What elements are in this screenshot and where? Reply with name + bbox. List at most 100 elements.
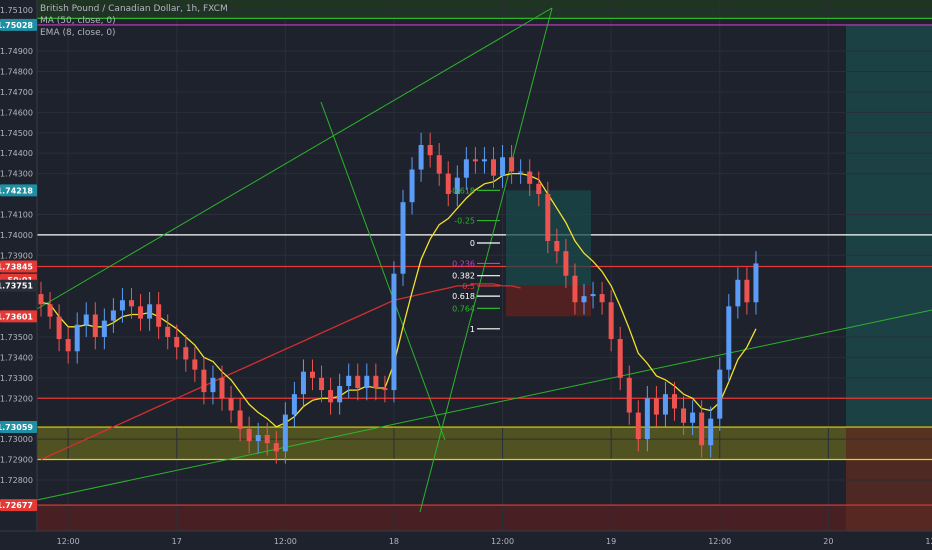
candle-body xyxy=(38,294,44,305)
price-tick-label: 1.74100 xyxy=(0,210,33,219)
candle-body xyxy=(717,369,723,419)
fib-level-label: 0.382 xyxy=(452,272,475,281)
candle-body xyxy=(264,435,270,444)
price-badge-label: 1.74218 xyxy=(0,186,33,195)
candle-body xyxy=(463,159,469,178)
candle-body xyxy=(219,377,225,399)
bottom-zone xyxy=(37,505,932,531)
candle-body xyxy=(653,398,659,415)
candle-body xyxy=(92,314,98,337)
candle-body xyxy=(119,300,125,311)
candle-body xyxy=(391,273,397,391)
candle-body xyxy=(608,302,614,340)
price-tick-label: 1.74600 xyxy=(0,108,33,117)
price-tick-label: 1.74300 xyxy=(0,170,33,179)
time-tick-label: 18 xyxy=(389,537,399,546)
candle-body xyxy=(635,412,641,440)
candle-body xyxy=(246,428,252,442)
candle-body xyxy=(337,385,343,403)
price-tick-label: 1.75100 xyxy=(0,6,33,15)
candle-body xyxy=(500,157,506,176)
time-tick-label: 19 xyxy=(606,537,616,546)
candle-body xyxy=(662,394,668,415)
candle-body xyxy=(165,326,171,337)
candle-body xyxy=(418,145,424,170)
candle-body xyxy=(726,306,732,370)
candle-body xyxy=(300,371,306,395)
time-tick-label: 12:00 xyxy=(57,537,80,546)
candle-body xyxy=(509,157,515,172)
price-badge-label: 1.73751 xyxy=(0,282,33,291)
candle-body xyxy=(581,296,587,303)
candle-body xyxy=(210,377,216,393)
time-tick-label: 12:00 xyxy=(274,537,297,546)
candle-body xyxy=(427,145,433,156)
price-badge-label: 1.73059 xyxy=(0,423,33,432)
candle-body xyxy=(708,418,714,446)
candle-body xyxy=(373,375,379,389)
candle-body xyxy=(690,412,696,423)
candle-body xyxy=(255,435,261,442)
candle-body xyxy=(273,443,279,452)
price-tick-label: 1.73000 xyxy=(0,435,33,444)
candle-body xyxy=(545,194,551,241)
price-tick-label: 1.74500 xyxy=(0,129,33,138)
candle-body xyxy=(744,279,750,303)
candle-body xyxy=(138,306,144,319)
candle-body xyxy=(129,300,134,307)
right-target-zone xyxy=(846,24,932,428)
candle-body xyxy=(491,159,496,176)
candle-body xyxy=(355,375,361,389)
fib-level-label: 0.618 xyxy=(452,292,475,301)
candle-body xyxy=(192,359,198,370)
candle-body xyxy=(644,398,650,440)
candle-body xyxy=(400,202,406,274)
candle-body xyxy=(328,390,334,403)
symbol-title[interactable]: British Pound / Canadian Dollar, 1h, FXC… xyxy=(40,3,228,15)
fib-level-label: 1 xyxy=(470,325,475,334)
candle-body xyxy=(699,412,705,446)
candle-body xyxy=(282,414,288,452)
time-tick-label: 17 xyxy=(172,537,182,546)
candle-body xyxy=(346,375,352,386)
candle-body xyxy=(572,275,578,303)
candle-body xyxy=(472,159,478,162)
candle-body xyxy=(174,336,180,348)
candle-body xyxy=(183,347,189,360)
price-axis[interactable]: 1.75100 1.74900 1.74800 1.74700 1.74600 1.745… xyxy=(0,0,38,550)
fib-level-label: 0.236 xyxy=(452,259,475,268)
candle-body xyxy=(599,294,605,303)
candle-body xyxy=(617,339,623,378)
support-zone xyxy=(37,427,932,460)
ma-legend[interactable]: MA (50, close, 0) xyxy=(40,15,228,27)
candle-body xyxy=(201,369,207,393)
fib-level-label: 0.5 xyxy=(462,282,475,291)
time-axis[interactable]: 12:001712:001812:001912:002012:002112:00… xyxy=(0,530,932,550)
price-tick-label: 1.72900 xyxy=(0,456,33,465)
candle-body xyxy=(590,294,596,297)
candle-body xyxy=(409,169,415,203)
time-axis-bg xyxy=(0,531,932,550)
price-badge-label: 1.73601 xyxy=(0,312,33,321)
price-tick-label: 1.74900 xyxy=(0,47,33,56)
price-tick-label: 1.74400 xyxy=(0,149,33,158)
candle-body xyxy=(753,263,759,303)
fib-level-label: 0 xyxy=(470,239,475,248)
ema-legend[interactable]: EMA (8, close, 0) xyxy=(40,27,228,39)
candle-body xyxy=(228,398,234,411)
candle-body xyxy=(681,408,687,423)
price-badge-label: 1.72677 xyxy=(0,501,33,510)
candle-body xyxy=(291,394,297,415)
candle-body xyxy=(74,324,80,352)
price-badge-label: 1.75028 xyxy=(0,21,33,30)
price-chart[interactable]: -0.618-0.2500.2360.3820.50.6180.7641 772… xyxy=(0,0,932,550)
price-tick-label: 1.74000 xyxy=(0,231,33,240)
price-tick-label: 1.73400 xyxy=(0,353,33,362)
candle-body xyxy=(83,314,89,325)
candle-body xyxy=(672,394,677,409)
candle-body xyxy=(47,304,53,317)
candle-body xyxy=(436,155,442,174)
price-badge-label: 1.73845 xyxy=(0,263,33,272)
fib-level-label: -0.618 xyxy=(449,186,475,195)
candle-body xyxy=(382,388,388,391)
